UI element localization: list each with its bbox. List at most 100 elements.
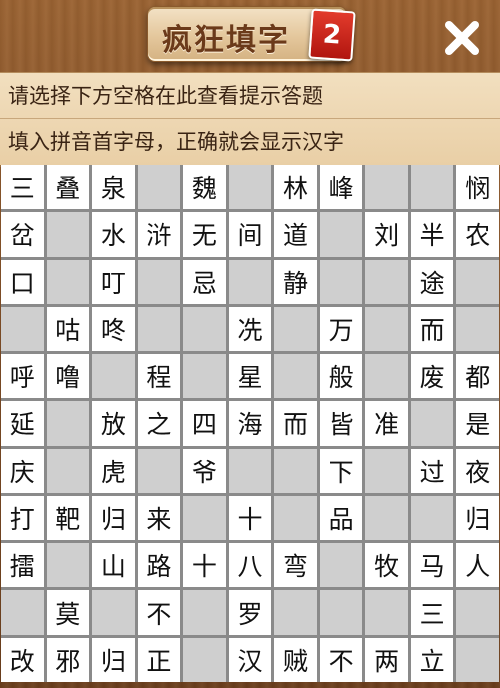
close-icon — [445, 21, 479, 55]
grid-cell-blocked — [274, 590, 317, 635]
grid-cell[interactable]: 呼 — [1, 354, 44, 399]
grid-cell[interactable]: 不 — [319, 637, 363, 682]
grid-cell[interactable]: 不 — [137, 590, 181, 635]
grid-cell-blocked — [1, 306, 44, 352]
grid-cell[interactable]: 而 — [274, 401, 317, 446]
grid-cell[interactable]: 十 — [228, 495, 272, 541]
grid-cell-blocked — [274, 495, 317, 541]
grid-cell[interactable]: 海 — [228, 401, 272, 446]
grid-cell[interactable]: 咕 — [46, 306, 90, 352]
grid-cell[interactable]: 归 — [92, 495, 135, 541]
grid-cell[interactable]: 牧 — [365, 543, 408, 588]
grid-cell[interactable]: 半 — [410, 212, 454, 257]
grid-cell[interactable]: 八 — [228, 543, 272, 588]
grid-cell[interactable]: 两 — [365, 637, 408, 682]
grid-cell[interactable]: 废 — [410, 354, 454, 399]
grid-cell-blocked — [137, 165, 181, 210]
grid-cell-blocked — [46, 259, 90, 304]
grid-cell[interactable]: 程 — [137, 354, 181, 399]
grid-cell[interactable]: 是 — [456, 401, 499, 446]
grid-cell[interactable]: 万 — [319, 306, 363, 352]
grid-cell[interactable]: 夜 — [456, 448, 499, 493]
grid-cell-blocked — [365, 306, 408, 352]
grid-cell[interactable]: 林 — [274, 165, 317, 210]
grid-cell[interactable]: 之 — [137, 401, 181, 446]
grid-cell-blocked — [228, 448, 272, 493]
grid-cell[interactable]: 过 — [410, 448, 454, 493]
grid-cell[interactable]: 水 — [92, 212, 135, 257]
grid-cell[interactable]: 叠 — [46, 165, 90, 210]
grid-cell[interactable]: 打 — [1, 495, 44, 541]
grid-cell-blocked — [319, 212, 363, 257]
grid-cell-blocked — [1, 590, 44, 635]
grid-cell[interactable]: 马 — [410, 543, 454, 588]
grid-cell[interactable]: 人 — [456, 543, 499, 588]
grid-cell[interactable]: 三 — [1, 165, 44, 210]
grid-cell[interactable]: 来 — [137, 495, 181, 541]
level-badge: 2 — [308, 8, 356, 62]
grid-cell[interactable]: 擂 — [1, 543, 44, 588]
grid-cell[interactable]: 噜 — [46, 354, 90, 399]
grid-cell[interactable]: 冼 — [228, 306, 272, 352]
grid-cell[interactable]: 星 — [228, 354, 272, 399]
grid-cell[interactable]: 准 — [365, 401, 408, 446]
grid-cell[interactable]: 都 — [456, 354, 499, 399]
grid-cell-blocked — [365, 590, 408, 635]
grid-cell[interactable]: 般 — [319, 354, 363, 399]
grid-cell[interactable]: 忌 — [183, 259, 226, 304]
grid-cell[interactable]: 叮 — [92, 259, 135, 304]
grid-cell[interactable]: 无 — [183, 212, 226, 257]
grid-cell[interactable]: 归 — [456, 495, 499, 541]
grid-cell[interactable]: 四 — [183, 401, 226, 446]
grid-cell[interactable]: 爷 — [183, 448, 226, 493]
grid-cell[interactable]: 下 — [319, 448, 363, 493]
grid-cell[interactable]: 皆 — [319, 401, 363, 446]
grid-cell[interactable]: 虎 — [92, 448, 135, 493]
grid-cell-blocked — [319, 590, 363, 635]
grid-cell[interactable]: 农 — [456, 212, 499, 257]
grid-cell[interactable]: 山 — [92, 543, 135, 588]
grid-cell[interactable]: 延 — [1, 401, 44, 446]
grid-cell[interactable]: 庆 — [1, 448, 44, 493]
grid-cell[interactable]: 泉 — [92, 165, 135, 210]
grid-cell[interactable]: 道 — [274, 212, 317, 257]
grid-cell[interactable]: 汉 — [228, 637, 272, 682]
grid-cell[interactable]: 莫 — [46, 590, 90, 635]
grid-cell[interactable]: 十 — [183, 543, 226, 588]
grid-cell-blocked — [274, 448, 317, 493]
grid-cell-blocked — [183, 495, 226, 541]
grid-cell[interactable]: 立 — [410, 637, 454, 682]
grid-cell-blocked — [46, 401, 90, 446]
grid-cell[interactable]: 间 — [228, 212, 272, 257]
grid-cell[interactable]: 魏 — [183, 165, 226, 210]
grid-cell[interactable]: 靶 — [46, 495, 90, 541]
grid-cell[interactable]: 贼 — [274, 637, 317, 682]
grid-cell[interactable]: 正 — [137, 637, 181, 682]
hint-line-2: 填入拼音首字母，正确就会显示汉字 — [8, 130, 344, 154]
grid-cell[interactable]: 口 — [1, 259, 44, 304]
grid-cell[interactable]: 品 — [319, 495, 363, 541]
grid-cell[interactable]: 弯 — [274, 543, 317, 588]
grid-cell[interactable]: 三 — [410, 590, 454, 635]
grid-cell[interactable]: 归 — [92, 637, 135, 682]
grid-cell[interactable]: 岔 — [1, 212, 44, 257]
close-button[interactable] — [440, 16, 484, 60]
grid-cell[interactable]: 静 — [274, 259, 317, 304]
grid-cell-blocked — [92, 590, 135, 635]
grid-cell[interactable]: 罗 — [228, 590, 272, 635]
grid-cell[interactable]: 咚 — [92, 306, 135, 352]
grid-cell[interactable]: 峰 — [319, 165, 363, 210]
grid-cell[interactable]: 放 — [92, 401, 135, 446]
grid-cell[interactable]: 刘 — [365, 212, 408, 257]
grid-cell[interactable]: 改 — [1, 637, 44, 682]
grid-cell-blocked — [183, 354, 226, 399]
grid-cell[interactable]: 路 — [137, 543, 181, 588]
grid-cell[interactable]: 而 — [410, 306, 454, 352]
grid-cell[interactable]: 邪 — [46, 637, 90, 682]
grid-cell-blocked — [365, 354, 408, 399]
grid-cell[interactable]: 浒 — [137, 212, 181, 257]
grid-cell-blocked — [228, 165, 272, 210]
grid-cell-blocked — [410, 165, 454, 210]
grid-cell[interactable]: 悯 — [456, 165, 499, 210]
grid-cell[interactable]: 途 — [410, 259, 454, 304]
